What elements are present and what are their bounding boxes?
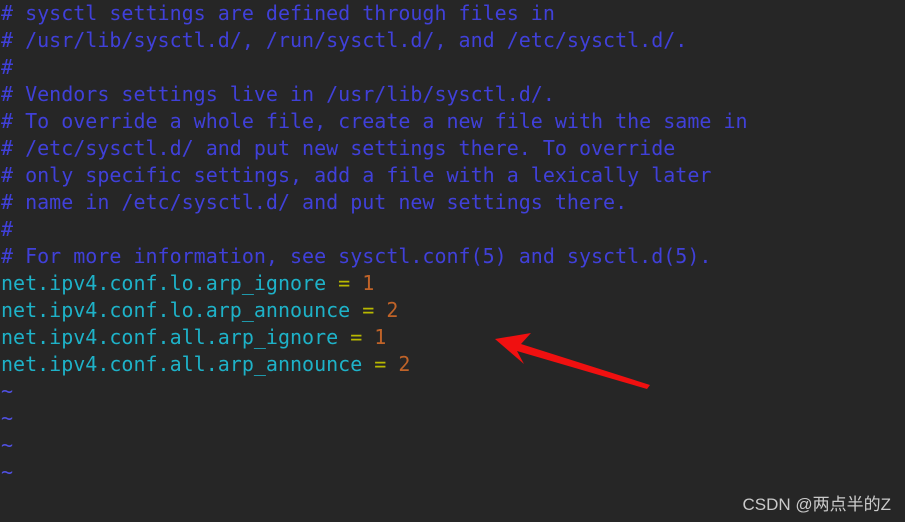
vim-terminal-window: # sysctl settings are defined through fi… xyxy=(0,0,905,522)
config-equals: = xyxy=(338,271,351,295)
config-key: net.ipv4.conf.all.arp_announce xyxy=(1,352,363,376)
comment-line[interactable]: # name in /etc/sysctl.d/ and put new set… xyxy=(0,189,905,216)
tilde-glyph: ~ xyxy=(1,460,14,484)
config-equals: = xyxy=(362,298,375,322)
tilde-glyph: ~ xyxy=(1,379,14,403)
csdn-watermark: CSDN @两点半的Z xyxy=(742,495,891,514)
comment-text: # /usr/lib/sysctl.d/, /run/sysctl.d/, an… xyxy=(1,28,688,52)
comment-text: # To override a whole file, create a new… xyxy=(1,109,748,133)
comment-line[interactable]: # For more information, see sysctl.conf(… xyxy=(0,243,905,270)
config-key: net.ipv4.conf.all.arp_ignore xyxy=(1,325,339,349)
comment-line[interactable]: # To override a whole file, create a new… xyxy=(0,108,905,135)
comment-text: # only specific settings, add a file wit… xyxy=(1,163,712,187)
comment-text: # xyxy=(1,217,14,241)
comment-line[interactable]: # /usr/lib/sysctl.d/, /run/sysctl.d/, an… xyxy=(0,27,905,54)
config-line[interactable]: net.ipv4.conf.lo.arp_ignore = 1 xyxy=(0,270,905,297)
config-equals: = xyxy=(350,325,363,349)
comment-line[interactable]: # Vendors settings live in /usr/lib/sysc… xyxy=(0,81,905,108)
comment-line[interactable]: # sysctl settings are defined through fi… xyxy=(0,0,905,27)
comment-text: # /etc/sysctl.d/ and put new settings th… xyxy=(1,136,676,160)
comment-line[interactable]: # xyxy=(0,216,905,243)
comment-text: # sysctl settings are defined through fi… xyxy=(1,1,555,25)
config-value: 1 xyxy=(362,271,375,295)
config-key: net.ipv4.conf.lo.arp_announce xyxy=(1,298,351,322)
empty-line-tilde[interactable]: ~ xyxy=(0,378,905,405)
config-line[interactable]: net.ipv4.conf.all.arp_announce = 2 xyxy=(0,351,905,378)
empty-line-tilde[interactable]: ~ xyxy=(0,459,905,486)
config-value: 2 xyxy=(398,352,411,376)
config-value: 1 xyxy=(374,325,387,349)
comment-line[interactable]: # xyxy=(0,54,905,81)
config-line[interactable]: net.ipv4.conf.lo.arp_announce = 2 xyxy=(0,297,905,324)
empty-line-tilde[interactable]: ~ xyxy=(0,432,905,459)
comment-line[interactable]: # /etc/sysctl.d/ and put new settings th… xyxy=(0,135,905,162)
config-line[interactable]: net.ipv4.conf.all.arp_ignore = 1 xyxy=(0,324,905,351)
tilde-glyph: ~ xyxy=(1,406,14,430)
config-key: net.ipv4.conf.lo.arp_ignore xyxy=(1,271,327,295)
tilde-glyph: ~ xyxy=(1,433,14,457)
empty-line-tilde[interactable]: ~ xyxy=(0,405,905,432)
comment-text: # xyxy=(1,55,14,79)
comment-text: # For more information, see sysctl.conf(… xyxy=(1,244,712,268)
comment-text: # name in /etc/sysctl.d/ and put new set… xyxy=(1,190,628,214)
config-equals: = xyxy=(374,352,387,376)
comment-text: # Vendors settings live in /usr/lib/sysc… xyxy=(1,82,555,106)
vim-text-buffer[interactable]: # sysctl settings are defined through fi… xyxy=(0,0,905,486)
config-value: 2 xyxy=(386,298,399,322)
comment-line[interactable]: # only specific settings, add a file wit… xyxy=(0,162,905,189)
